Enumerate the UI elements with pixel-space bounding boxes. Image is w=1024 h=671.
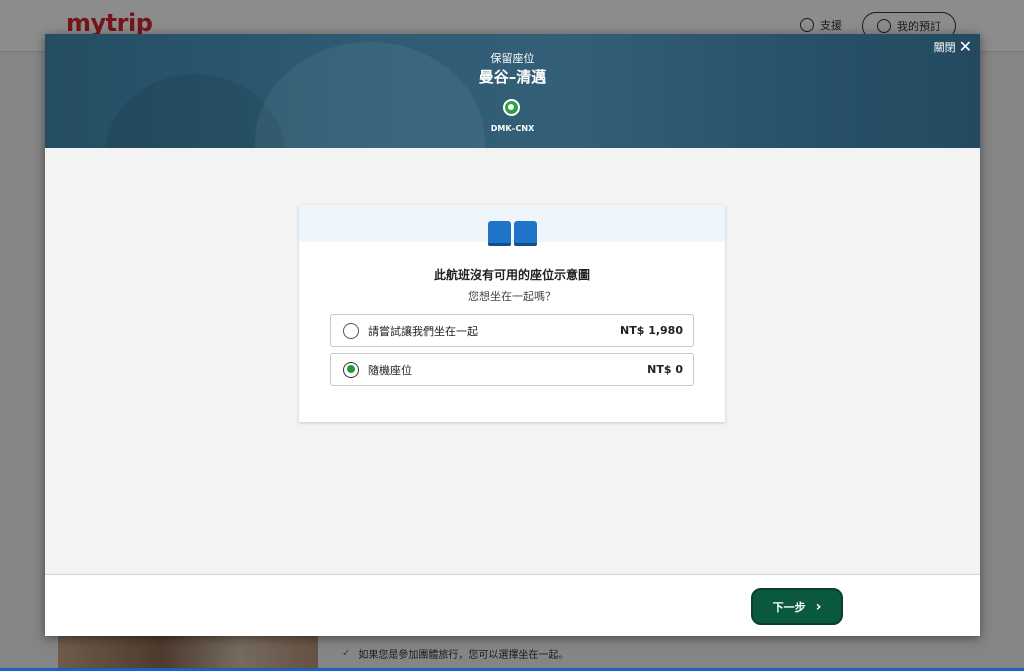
next-button[interactable]: 下一步 ›	[751, 588, 843, 625]
seat-icon	[514, 221, 537, 246]
seat-options-card: 此航班沒有可用的座位示意圖 您想坐在一起嗎？ 請嘗試讓我們坐在一起 NT$ 1,…	[299, 205, 725, 422]
option-price: NT$ 0	[647, 363, 683, 376]
seats-icon	[488, 221, 538, 248]
radio-checked[interactable]	[343, 361, 359, 378]
card-banner	[299, 205, 725, 246]
radio-unchecked[interactable]	[343, 322, 359, 339]
step-label: DMK–CNX	[490, 124, 535, 133]
option-label: 請嘗試讓我們坐在一起	[368, 324, 478, 338]
card-title: 此航班沒有可用的座位示意圖	[433, 268, 590, 282]
card-subtitle: 您想坐在一起嗎？	[468, 290, 556, 303]
option-price: NT$ 1,980	[620, 324, 683, 337]
modal-footer: 下一步 ›	[45, 574, 980, 636]
option-label: 隨機座位	[368, 363, 412, 377]
modal-header: 關閉 ✕ 保留座位 曼谷–清邁 DMK–CNX	[45, 34, 980, 148]
chevron-right-icon: ›	[815, 598, 822, 615]
option-sit-together[interactable]: 請嘗試讓我們坐在一起 NT$ 1,980	[330, 314, 694, 347]
modal-body: 此航班沒有可用的座位示意圖 您想坐在一起嗎？ 請嘗試讓我們坐在一起 NT$ 1,…	[45, 148, 980, 574]
modal-kicker: 保留座位	[490, 52, 535, 65]
seat-icon	[488, 221, 511, 246]
seat-reservation-modal: 關閉 ✕ 保留座位 曼谷–清邁 DMK–CNX 此航班沒有可用的座位示意圖 您想…	[45, 34, 980, 636]
step-indicator-icon	[503, 99, 520, 116]
option-random-seat[interactable]: 隨機座位 NT$ 0	[330, 353, 694, 386]
next-label: 下一步	[772, 600, 806, 614]
modal-title: 曼谷–清邁	[478, 68, 547, 86]
